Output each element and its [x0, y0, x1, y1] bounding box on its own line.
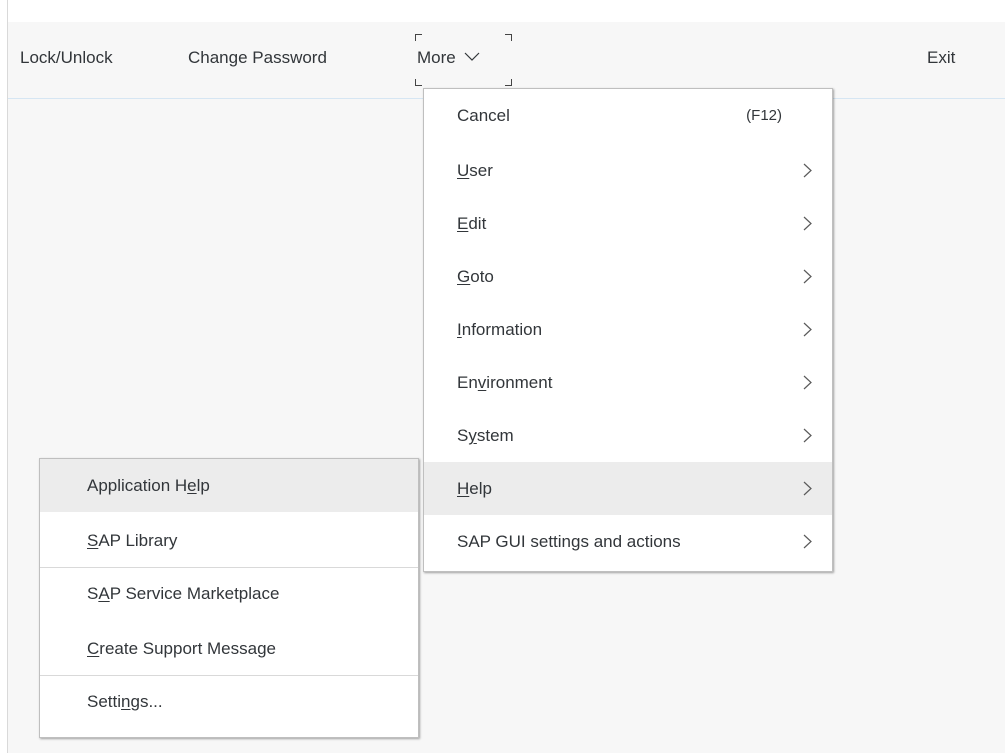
menu-item-environment[interactable]: Environment: [424, 356, 832, 409]
shortcut-label: (F12): [746, 107, 782, 124]
help-item-settings[interactable]: Settings...: [40, 675, 418, 728]
mnemonic-letter: E: [457, 214, 469, 233]
label-text: S: [87, 584, 99, 603]
menu-item-label: User: [457, 161, 493, 181]
focus-frame-corner: [415, 34, 422, 41]
menu-separator: [40, 567, 418, 568]
menu-item-label: Information: [457, 320, 542, 340]
label-text: oto: [470, 267, 494, 286]
mnemonic-letter: G: [457, 267, 471, 286]
menu-separator: [40, 675, 418, 676]
label-text: gs...: [130, 692, 163, 711]
menu-item-goto[interactable]: Goto: [424, 250, 832, 303]
label-text: elp: [469, 479, 492, 498]
more-dropdown-menu: Cancel (F12) User Edit Goto Information Enviro…: [423, 88, 833, 572]
mnemonic-letter: A: [98, 584, 110, 603]
menu-item-label: Edit: [457, 214, 486, 234]
mnemonic-letter: H: [457, 479, 470, 498]
chevron-right-icon: [803, 428, 812, 443]
mnemonic-letter: n: [121, 692, 131, 711]
focus-frame-corner: [415, 79, 422, 86]
menu-item-label: SAP Library: [87, 531, 177, 551]
menu-item-label: Cancel: [457, 106, 510, 126]
menu-item-system[interactable]: System: [424, 409, 832, 462]
label-text: nformation: [461, 320, 543, 339]
help-item-sap-service-marketplace[interactable]: SAP Service Marketplace: [40, 567, 418, 620]
help-item-create-support-message[interactable]: Create Support Message: [40, 622, 418, 675]
menu-item-edit[interactable]: Edit: [424, 197, 832, 250]
label-text: reate Support Message: [99, 639, 276, 658]
menu-item-cancel[interactable]: Cancel (F12): [424, 89, 832, 142]
chevron-right-icon: [803, 322, 812, 337]
chevron-right-icon: [803, 375, 812, 390]
menu-item-label: SAP GUI settings and actions: [457, 532, 681, 552]
help-submenu: Application Help SAP Library SAP Service M…: [39, 458, 419, 738]
label-text: Application H: [87, 476, 188, 495]
help-item-sap-library[interactable]: SAP Library: [40, 514, 418, 567]
menu-item-label: Create Support Message: [87, 639, 276, 659]
chevron-right-icon: [803, 481, 812, 496]
mnemonic-letter: S: [87, 531, 99, 550]
menu-item-label: Goto: [457, 267, 494, 287]
menu-item-label: Environment: [457, 373, 552, 393]
chevron-right-icon: [803, 269, 812, 284]
change-password-button[interactable]: Change Password: [188, 48, 327, 68]
label-text: SAP GUI settings and actions: [457, 532, 681, 551]
menu-item-sap-gui-settings-and-actions[interactable]: SAP GUI settings and actions: [424, 515, 832, 568]
mnemonic-letter: U: [457, 161, 470, 180]
menu-item-label: Help: [457, 479, 492, 499]
label-text: dit: [468, 214, 487, 233]
exit-button[interactable]: Exit: [927, 48, 955, 68]
label-text: S: [457, 426, 469, 445]
label-text: lp: [196, 476, 210, 495]
mnemonic-letter: e: [187, 476, 197, 495]
label-text: Cancel: [457, 106, 510, 125]
focus-frame-corner: [505, 79, 512, 86]
top-strip: [0, 0, 1005, 22]
menu-item-user[interactable]: User: [424, 144, 832, 197]
lock-unlock-button[interactable]: Lock/Unlock: [20, 48, 113, 68]
label-text: AP Library: [98, 531, 178, 550]
chevron-down-icon: [465, 52, 480, 61]
more-menu-button[interactable]: More: [417, 48, 480, 68]
chevron-right-icon: [803, 216, 812, 231]
left-border: [0, 0, 8, 753]
menu-item-label: System: [457, 426, 514, 446]
chevron-right-icon: [803, 163, 812, 178]
more-label: More: [417, 48, 456, 67]
mnemonic-letter: y: [468, 426, 477, 445]
chevron-right-icon: [803, 534, 812, 549]
help-item-application-help[interactable]: Application Help: [40, 459, 418, 512]
label-text: En: [457, 373, 478, 392]
menu-item-help[interactable]: Help: [424, 462, 832, 515]
menu-item-label: SAP Service Marketplace: [87, 584, 279, 604]
label-text: ironment: [486, 373, 553, 392]
label-text: Setti: [87, 692, 122, 711]
menu-item-information[interactable]: Information: [424, 303, 832, 356]
menu-item-label: Settings...: [87, 692, 163, 712]
label-text: stem: [476, 426, 514, 445]
label-text: ser: [469, 161, 493, 180]
mnemonic-letter: C: [87, 639, 100, 658]
focus-frame-corner: [505, 34, 512, 41]
label-text: P Service Marketplace: [109, 584, 280, 603]
menu-item-label: Application Help: [87, 476, 210, 496]
